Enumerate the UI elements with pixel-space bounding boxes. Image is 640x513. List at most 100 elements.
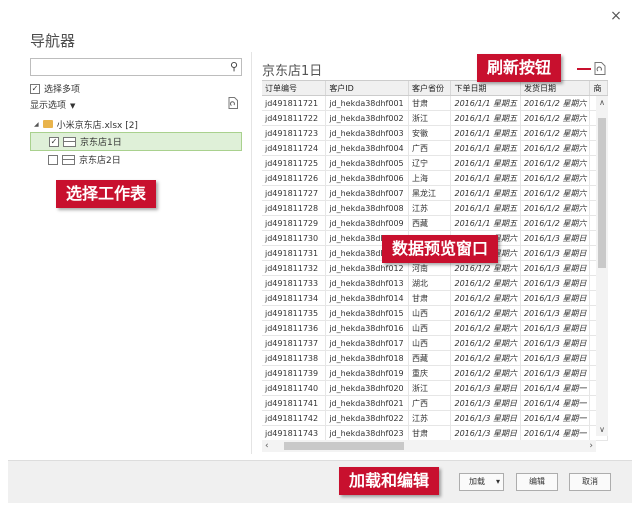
expand-triangle-icon[interactable]: ◢: [34, 121, 39, 128]
table-cell: 2016/1/2 星期六: [520, 155, 591, 171]
table-cell: 浙江: [408, 110, 452, 126]
table-cell: 辽宁: [408, 155, 452, 171]
table-cell: 2016/1/2 星期六: [520, 215, 591, 231]
table-cell: jd491811725: [262, 155, 327, 171]
table-cell: jd_hekda38dhf005: [325, 155, 409, 171]
vertical-scroll-thumb[interactable]: [598, 118, 606, 268]
load-dropdown-button[interactable]: ▾: [493, 473, 504, 491]
table-cell: jd_hekda38dhf001: [325, 95, 409, 111]
table-cell: jd_hekda38dhf020: [325, 380, 409, 396]
table-cell: jd491811730: [262, 230, 327, 246]
sheet2-checkbox[interactable]: [48, 154, 58, 165]
column-header[interactable]: 客户ID: [325, 81, 409, 96]
column-header[interactable]: 商: [589, 81, 608, 96]
table-cell: 2016/1/3 星期日: [520, 260, 591, 276]
table-cell: 2016/1/2 星期六: [520, 95, 591, 111]
table-cell: 甘肃: [408, 95, 452, 111]
table-cell: 2016/1/2 星期六: [520, 110, 591, 126]
cancel-button[interactable]: 取消: [569, 473, 611, 491]
select-multiple-checkbox[interactable]: ✓: [30, 83, 40, 94]
table-cell: jd_hekda38dhf008: [325, 200, 409, 216]
table-cell: jd491811736: [262, 320, 327, 336]
search-icon[interactable]: ⚲: [230, 60, 238, 73]
table-cell: 2016/1/2 星期六: [450, 305, 521, 321]
table-row: jd491811727 jd_hekda38dhf007 黑龙江 2016/1/1 星…: [262, 185, 608, 201]
table-cell: jd_hekda38dhf013: [325, 275, 409, 291]
table-cell: 2016/1/2 星期六: [450, 275, 521, 291]
table-row: jd491811733 jd_hekda38dhf013 湖北 2016/1/2 星期…: [262, 275, 608, 291]
table-row: jd491811743 jd_hekda38dhf023 甘肃 2016/1/3 星期…: [262, 425, 608, 441]
table-cell: 2016/1/3 星期日: [520, 290, 591, 306]
search-input[interactable]: [31, 63, 224, 80]
table-cell: 2016/1/3 星期日: [520, 365, 591, 381]
table-cell: 2016/1/1 星期五: [450, 155, 521, 171]
workbook-node[interactable]: ◢ 小米京东店.xlsx [2]: [30, 116, 242, 132]
table-row: jd491811738 jd_hekda38dhf018 西藏 2016/1/2 星期…: [262, 350, 608, 366]
table-cell: jd491811741: [262, 395, 327, 411]
table-cell: 2016/1/4 星期一: [520, 380, 591, 396]
scroll-up-icon[interactable]: ∧: [596, 98, 608, 107]
refresh-icon[interactable]: [228, 97, 238, 109]
table-cell: 2016/1/1 星期五: [450, 140, 521, 156]
table-cell: jd491811722: [262, 110, 327, 126]
navigator-tree: ◢ 小米京东店.xlsx [2] ✓ 京东店1日 京东店2日: [30, 116, 242, 168]
column-header[interactable]: 发货日期: [520, 81, 591, 96]
display-options-label: 显示选项: [30, 101, 67, 111]
vertical-scrollbar[interactable]: ∧ ∨: [596, 96, 608, 436]
dialog-title: 导航器: [30, 32, 76, 50]
table-cell: 2016/1/2 星期六: [520, 125, 591, 141]
callout-refresh: 刷新按钮: [477, 54, 562, 82]
table-cell: 黑龙江: [408, 185, 452, 201]
table-cell: 2016/1/2 星期六: [520, 185, 591, 201]
table-cell: jd_hekda38dhf002: [325, 110, 409, 126]
table-row: jd491811737 jd_hekda38dhf017 山西 2016/1/2 星期…: [262, 335, 608, 351]
table-cell: 江苏: [408, 410, 452, 426]
sheet1-checkbox[interactable]: ✓: [49, 136, 59, 147]
select-multiple-option[interactable]: ✓ 选择多项: [30, 82, 80, 95]
table-cell: 2016/1/3 星期日: [520, 245, 591, 261]
column-header[interactable]: 下单日期: [450, 81, 521, 96]
table-cell: jd_hekda38dhf022: [325, 410, 409, 426]
pane-divider[interactable]: [251, 52, 252, 454]
table-row: jd491811724 jd_hekda38dhf004 广西 2016/1/1 星期…: [262, 140, 608, 156]
preview-title: 京东店1日: [262, 64, 323, 79]
table-cell: jd491811723: [262, 125, 327, 141]
table-cell: 2016/1/2 星期六: [450, 290, 521, 306]
table-cell: 甘肃: [408, 290, 452, 306]
horizontal-scrollbar[interactable]: ‹ ›: [262, 440, 596, 452]
edit-button[interactable]: 编辑: [516, 473, 558, 491]
table-cell: 2016/1/1 星期五: [450, 110, 521, 126]
close-icon[interactable]: ×: [608, 8, 624, 24]
scroll-right-icon[interactable]: ›: [589, 440, 593, 452]
tree-item-sheet2[interactable]: 京东店2日: [30, 151, 242, 168]
horizontal-scroll-thumb[interactable]: [284, 442, 404, 450]
table-cell: jd491811743: [262, 425, 327, 441]
table-cell: jd_hekda38dhf004: [325, 140, 409, 156]
table-cell: 2016/1/3 星期日: [520, 275, 591, 291]
table-cell: 广西: [408, 395, 452, 411]
table-cell: jd491811735: [262, 305, 327, 321]
table-row: jd491811729 jd_hekda38dhf009 西藏 2016/1/1 星期…: [262, 215, 608, 231]
table-cell: jd491811739: [262, 365, 327, 381]
table-cell: 西藏: [408, 215, 452, 231]
scroll-down-icon[interactable]: ∨: [596, 425, 608, 434]
table-cell: 2016/1/2 星期六: [520, 170, 591, 186]
display-options-dropdown[interactable]: 显示选项 ▼: [30, 98, 75, 111]
table-cell: 2016/1/2 星期六: [450, 335, 521, 351]
column-header[interactable]: 客户省份: [408, 81, 452, 96]
refresh-icon[interactable]: [594, 62, 606, 75]
table-cell: 甘肃: [408, 425, 452, 441]
load-button[interactable]: 加载: [459, 473, 495, 491]
table-cell: 江苏: [408, 200, 452, 216]
chevron-down-icon: ▼: [70, 102, 76, 110]
tree-item-sheet1[interactable]: ✓ 京东店1日: [30, 132, 242, 151]
table-cell: 2016/1/2 星期六: [450, 320, 521, 336]
callout-select-sheet: 选择工作表: [56, 180, 157, 208]
table-row: jd491811741 jd_hekda38dhf021 广西 2016/1/3 星期…: [262, 395, 608, 411]
table-cell: jd491811738: [262, 350, 327, 366]
table-cell: 2016/1/1 星期五: [450, 125, 521, 141]
table-cell: jd_hekda38dhf003: [325, 125, 409, 141]
search-box: ⚲: [30, 58, 242, 80]
scroll-left-icon[interactable]: ‹: [265, 440, 269, 452]
column-header[interactable]: 订单编号: [262, 81, 327, 96]
